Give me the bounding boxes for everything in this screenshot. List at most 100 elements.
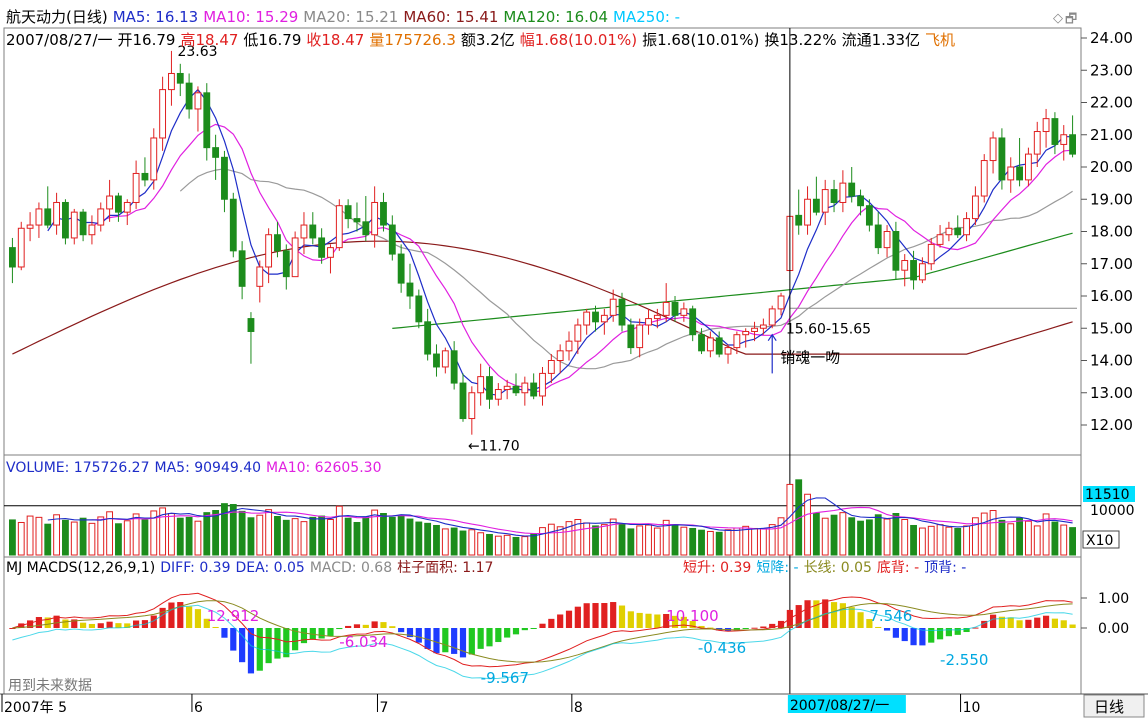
main-title-item: MA60: 15.41: [403, 8, 498, 26]
volume-bar: [521, 536, 529, 556]
macd-bar: [830, 602, 838, 628]
macd-bar: [548, 618, 555, 628]
macd-bar: [186, 606, 193, 628]
macd-bar: [557, 614, 564, 628]
candle-body: [759, 324, 767, 329]
macd-bar: [115, 623, 122, 628]
candle-body: [265, 234, 273, 268]
macd-area-label: 7.546: [869, 607, 912, 625]
volume-bar: [892, 513, 900, 556]
candle-body: [362, 221, 370, 236]
volume-bar: [132, 513, 140, 556]
volume-title-item: MA5: 90949.40: [155, 460, 262, 476]
candle-body: [344, 205, 352, 220]
candle-body: [971, 195, 979, 220]
price-axis-label: 18.00: [1090, 223, 1133, 241]
macd-bar: [106, 621, 113, 628]
candle-body: [1060, 134, 1068, 145]
volume-bar: [680, 526, 688, 556]
price-axis-label: 21.00: [1090, 126, 1133, 144]
candle-body: [539, 372, 546, 397]
macd-area-label: -0.436: [698, 639, 746, 657]
candle-body: [848, 182, 856, 197]
main-title-item: MA10: 15.29: [203, 8, 298, 26]
restore-icon[interactable]: 🗗: [1065, 10, 1077, 32]
macd-bar: [910, 628, 917, 646]
macd-bar: [627, 611, 634, 628]
price-axis-label: 17.00: [1090, 255, 1133, 273]
macd-bar: [645, 613, 652, 628]
volume-bar: [9, 519, 16, 556]
volume-bar: [910, 524, 917, 556]
macd-bar: [318, 628, 325, 639]
volume-bar: [441, 528, 449, 556]
macd-bar: [530, 628, 537, 629]
volume-bar: [265, 509, 273, 556]
volume-bar: [804, 493, 811, 556]
price-axis-label: 20.00: [1090, 158, 1133, 176]
candle-body: [503, 385, 511, 391]
macd-bar: [504, 628, 511, 638]
volume-bar: [309, 516, 317, 556]
candle-body: [335, 205, 343, 249]
volume-bar: [759, 528, 767, 556]
candle-body: [1042, 118, 1050, 133]
candle-body: [159, 89, 167, 139]
volume-bar: [883, 518, 891, 556]
candle-body: [433, 353, 440, 368]
candle-body: [309, 224, 317, 239]
volume-bar: [530, 533, 538, 556]
candle-body: [459, 382, 467, 420]
candle-body: [79, 211, 87, 236]
stock-chart[interactable]: 24.00 23.00 22.00 21.00 20.00 19.00 18.00 17.00…: [0, 0, 1148, 723]
price-axis-label: 19.00: [1090, 190, 1133, 208]
candle-body: [486, 376, 493, 400]
price-axis-label: 24.00: [1090, 29, 1133, 47]
candle-body: [733, 334, 741, 349]
macd-bar: [371, 621, 378, 628]
volume-bar: [353, 521, 361, 556]
volume-ma5-line: [47, 497, 1073, 537]
macd-right-title-item: 顶背: -: [924, 560, 966, 576]
volume-bar: [503, 534, 511, 556]
volume-bar: [318, 515, 326, 556]
macd-bar: [336, 628, 343, 630]
candle-body: [609, 298, 617, 316]
candle-body: [282, 250, 290, 278]
candle-body: [150, 137, 158, 181]
candle-body: [592, 311, 599, 323]
macd-bar: [618, 605, 626, 628]
volume-bar: [1007, 523, 1015, 556]
candle-body: [574, 324, 582, 342]
candle-body: [115, 195, 122, 213]
range-label: 15.60-15.65: [786, 321, 871, 337]
candle-body: [1069, 134, 1076, 155]
candle-body: [830, 189, 838, 203]
info-line-item: 开16.79: [118, 31, 176, 49]
candle-body: [300, 224, 308, 239]
volume-bar: [291, 518, 299, 556]
volume-bar: [715, 531, 723, 556]
macd-bar: [442, 628, 449, 653]
macd-bar: [353, 624, 361, 628]
macd-bar: [539, 623, 546, 628]
price-axis-label: 13.00: [1090, 384, 1133, 402]
volume-bar: [282, 519, 290, 556]
candle-body: [839, 182, 847, 203]
macd-bar: [433, 628, 440, 654]
macd-bar: [88, 623, 96, 628]
diamond-icon[interactable]: ◇: [1053, 11, 1063, 26]
candle-body: [9, 247, 16, 268]
volume-bar: [176, 517, 184, 556]
macd-title-item: DEA: 0.05: [236, 560, 305, 576]
info-line-item: 高18.47: [180, 31, 238, 49]
volume-bar: [583, 522, 591, 556]
candle-body: [388, 224, 396, 255]
macd-bar: [477, 628, 484, 649]
volume-title-item: MA10: 62605.30: [266, 460, 381, 476]
candle-body: [1016, 166, 1023, 181]
candle-body: [927, 243, 935, 265]
candle-body: [724, 347, 732, 355]
candle-body: [247, 318, 255, 332]
candle-body: [397, 253, 405, 284]
